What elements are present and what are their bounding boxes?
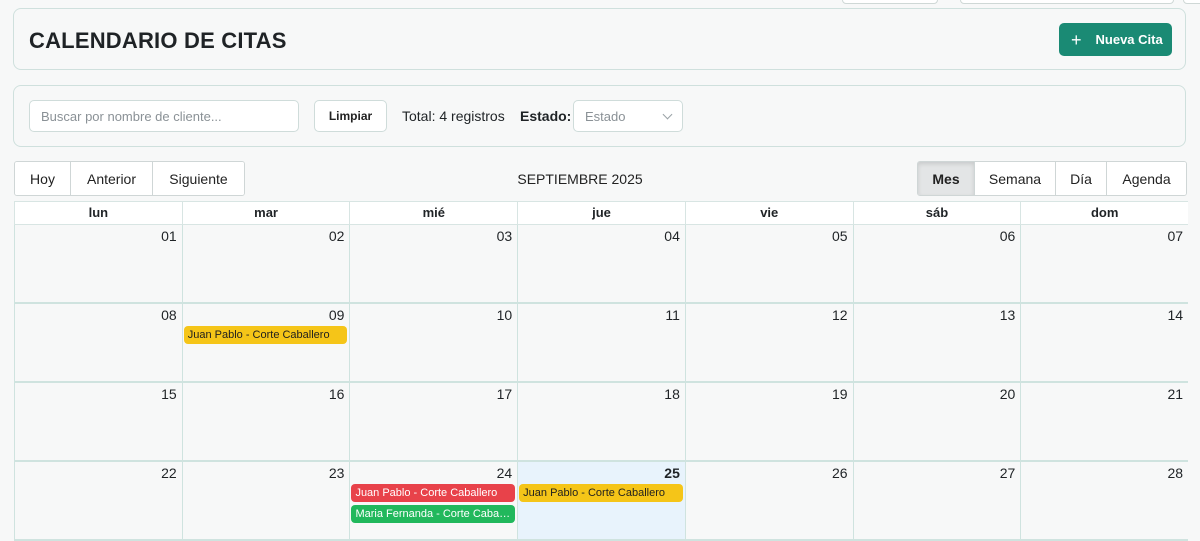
day-number[interactable]: 27 <box>1000 465 1016 481</box>
calendar-day-cell[interactable]: 17 <box>349 383 518 460</box>
calendar-day-cell[interactable]: 06 <box>852 225 1021 302</box>
calendar-week-row: 15 16 17 18 19 20 21 <box>14 383 1189 462</box>
calendar-week-row: 01 02 03 04 05 06 07 <box>14 225 1189 304</box>
top-button-stub[interactable] <box>960 0 1174 4</box>
view-buttons: Mes Semana Día Agenda <box>917 161 1187 196</box>
calendar-day-cell[interactable]: 10 <box>349 304 518 381</box>
calendar-day-cell[interactable]: 16 <box>181 383 350 460</box>
calendar-day-cell[interactable]: 05 <box>684 225 853 302</box>
month-calendar: lun mar mié jue vie sáb dom 01 02 03 04 05 06 07 08 09… <box>14 201 1189 541</box>
day-number[interactable]: 26 <box>832 465 848 481</box>
calendar-day-cell[interactable]: 23 <box>181 462 350 539</box>
day-number[interactable]: 04 <box>664 228 680 244</box>
day-number[interactable]: 18 <box>664 386 680 402</box>
calendar-day-cell[interactable]: 01 <box>14 225 182 302</box>
day-number[interactable]: 11 <box>665 307 680 323</box>
calendar-day-cell[interactable]: 24 Juan Pablo - Corte Caballero Maria Fern… <box>349 462 518 539</box>
calendar-day-cell[interactable]: 08 <box>14 304 182 381</box>
weekday-label: vie <box>684 202 853 224</box>
weekday-label: lun <box>14 202 182 224</box>
calendar-day-cell[interactable]: 19 <box>684 383 853 460</box>
calendar-day-cell[interactable]: 04 <box>517 225 685 302</box>
day-number[interactable]: 23 <box>329 465 345 481</box>
header-card: CALENDARIO DE CITAS + Nueva Cita <box>13 8 1186 70</box>
estado-select-value: Estado <box>585 108 626 124</box>
calendar-day-cell[interactable]: 07 <box>1020 225 1189 302</box>
calendar-week-row: 08 09 Juan Pablo - Corte Caballero 10 11 12 13… <box>14 304 1189 383</box>
day-number[interactable]: 20 <box>1000 386 1016 402</box>
day-number[interactable]: 06 <box>1000 228 1016 244</box>
day-number[interactable]: 05 <box>832 228 848 244</box>
calendar-day-cell[interactable]: 28 <box>1020 462 1189 539</box>
day-number[interactable]: 10 <box>497 307 513 323</box>
estado-select[interactable]: Estado <box>573 100 683 132</box>
calendar-day-cell[interactable]: 03 <box>349 225 518 302</box>
chevron-down-icon <box>662 109 673 119</box>
day-number[interactable]: 13 <box>1000 307 1016 323</box>
weekday-label: mar <box>181 202 350 224</box>
calendar-day-cell[interactable]: 21 <box>1020 383 1189 460</box>
filter-card: Limpiar Total: 4 registros Estado: Estad… <box>13 85 1186 147</box>
day-number[interactable]: 22 <box>161 465 177 481</box>
weekday-header: lun mar mié jue vie sáb dom <box>14 201 1188 225</box>
calendar-event[interactable]: Juan Pablo - Corte Caballero <box>183 326 348 344</box>
plus-icon: + <box>1071 29 1082 50</box>
calendar-day-cell[interactable]: 02 <box>181 225 350 302</box>
weekday-label: dom <box>1020 202 1188 224</box>
day-number[interactable]: 25 <box>664 465 680 481</box>
calendar-day-cell[interactable]: 13 <box>852 304 1021 381</box>
weekday-label: mié <box>349 202 517 224</box>
day-number[interactable]: 21 <box>1167 386 1183 402</box>
view-agenda-button[interactable]: Agenda <box>1107 162 1186 195</box>
estado-label: Estado: <box>520 108 572 124</box>
calendar-day-cell[interactable]: 27 <box>852 462 1021 539</box>
day-number[interactable]: 24 <box>497 465 513 481</box>
view-month-button[interactable]: Mes <box>918 162 975 195</box>
view-week-button[interactable]: Semana <box>975 162 1056 195</box>
day-number[interactable]: 16 <box>329 386 345 402</box>
calendar-event[interactable]: Juan Pablo - Corte Caballero <box>351 484 516 502</box>
calendar-day-cell[interactable]: 09 Juan Pablo - Corte Caballero <box>181 304 350 381</box>
day-number[interactable]: 15 <box>161 386 177 402</box>
calendar-event[interactable]: Juan Pablo - Corte Caballero <box>519 484 683 502</box>
search-input[interactable] <box>29 100 299 132</box>
weekday-label: sáb <box>852 202 1021 224</box>
calendar-event[interactable]: Maria Fernanda - Corte Caballero <box>351 505 516 523</box>
day-number[interactable]: 17 <box>497 386 513 402</box>
calendar-day-cell[interactable]: 12 <box>684 304 853 381</box>
calendar-day-cell[interactable]: 14 <box>1020 304 1189 381</box>
calendar-day-cell[interactable]: 26 <box>684 462 853 539</box>
calendar-day-cell[interactable]: 15 <box>14 383 182 460</box>
day-number[interactable]: 12 <box>832 307 848 323</box>
total-count: Total: 4 registros <box>402 108 505 124</box>
calendar-weeks: 01 02 03 04 05 06 07 08 09 Juan Pablo - Corte Cab… <box>14 225 1189 541</box>
calendar-week-row: 22 23 24 Juan Pablo - Corte Caballero Maria … <box>14 462 1189 541</box>
day-number[interactable]: 19 <box>832 386 848 402</box>
clear-button[interactable]: Limpiar <box>314 100 387 132</box>
new-appointment-button[interactable]: + Nueva Cita <box>1059 23 1172 56</box>
day-number[interactable]: 01 <box>161 228 177 244</box>
day-number[interactable]: 03 <box>497 228 513 244</box>
day-number[interactable]: 28 <box>1167 465 1183 481</box>
day-number[interactable]: 09 <box>329 307 345 323</box>
view-day-button[interactable]: Día <box>1056 162 1107 195</box>
calendar-day-cell[interactable]: 18 <box>517 383 685 460</box>
day-number[interactable]: 08 <box>161 307 177 323</box>
day-number[interactable]: 02 <box>329 228 345 244</box>
page-title: CALENDARIO DE CITAS <box>29 28 287 53</box>
top-button-stub[interactable] <box>1183 0 1200 4</box>
weekday-label: jue <box>517 202 685 224</box>
calendar-day-cell[interactable]: 20 <box>852 383 1021 460</box>
day-number[interactable]: 07 <box>1167 228 1183 244</box>
top-button-stub[interactable] <box>842 0 938 4</box>
new-appointment-label: Nueva Cita <box>1095 32 1163 47</box>
calendar-day-cell[interactable]: 11 <box>517 304 685 381</box>
calendar-day-cell[interactable]: 25 Juan Pablo - Corte Caballero <box>517 462 685 539</box>
calendar-day-cell[interactable]: 22 <box>14 462 182 539</box>
day-number[interactable]: 14 <box>1167 307 1183 323</box>
